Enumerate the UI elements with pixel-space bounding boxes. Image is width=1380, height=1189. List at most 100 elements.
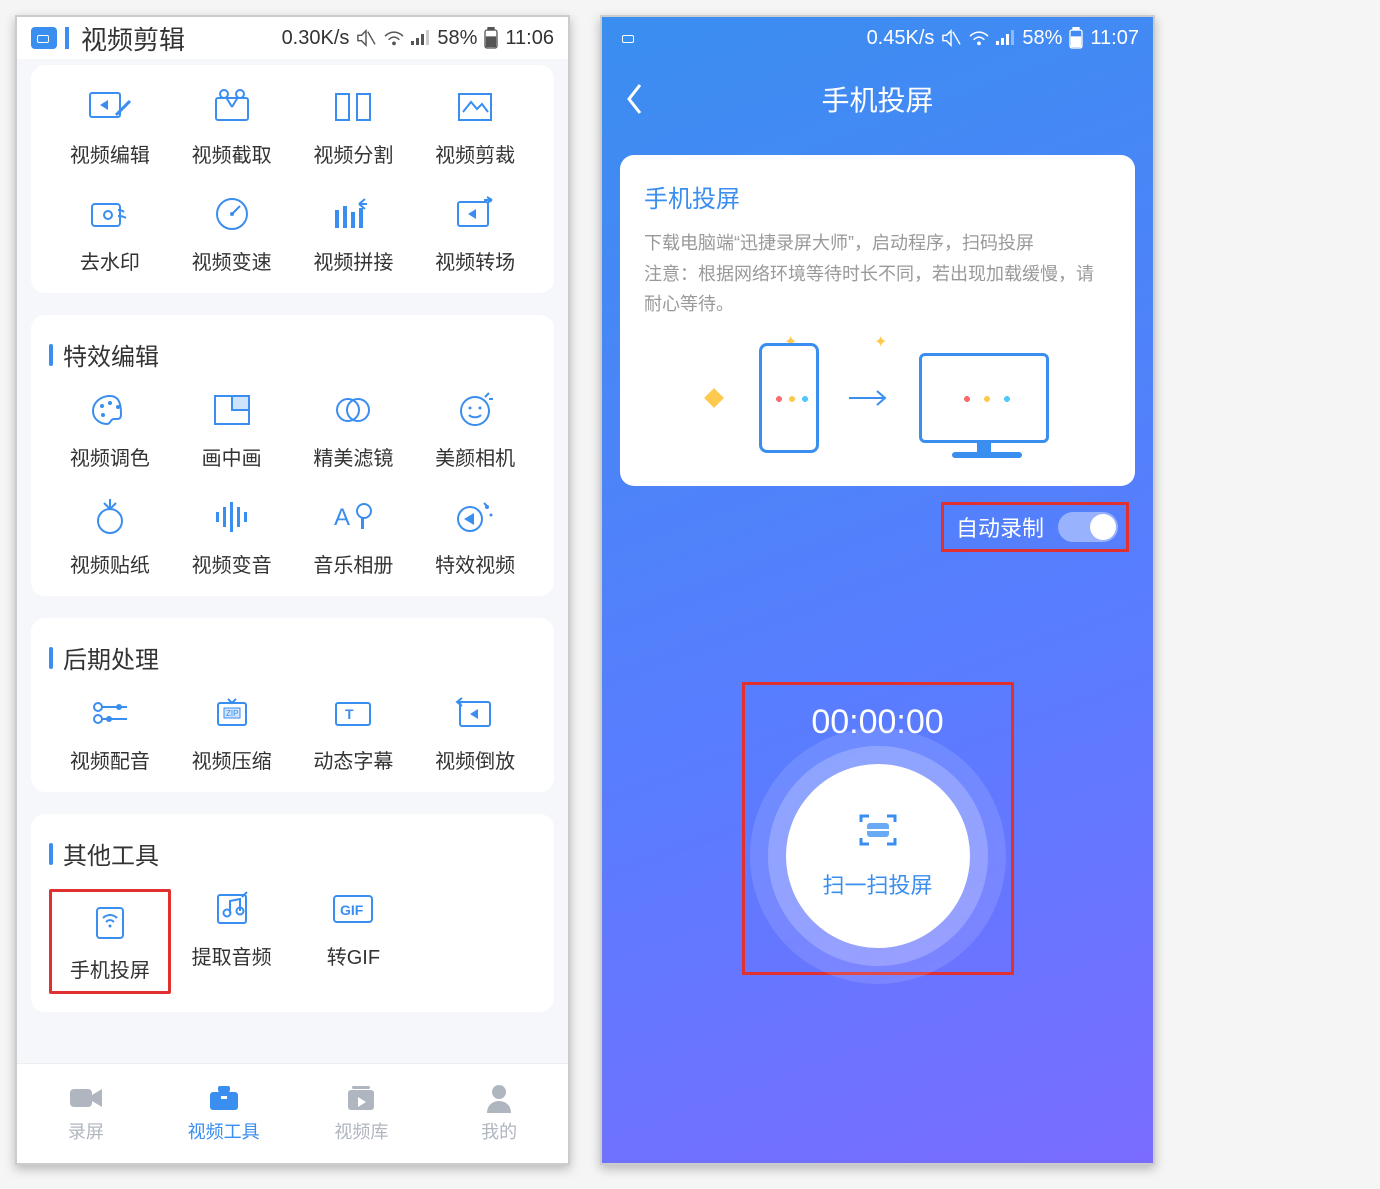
video-cut-icon [209, 87, 255, 127]
tool-sticker[interactable]: 视频贴纸 [49, 497, 171, 578]
transition-icon [452, 194, 498, 234]
signal-icon [411, 29, 431, 47]
tool-reverse[interactable]: 视频倒放 [414, 693, 536, 774]
pip-icon [209, 390, 255, 430]
tool-label: 动态字幕 [313, 745, 393, 774]
highlight-cast-tool: 手机投屏 [49, 889, 171, 994]
fx-icon [452, 497, 498, 537]
tool-subtitle[interactable]: T 动态字幕 [293, 693, 415, 774]
tool-label: 视频压缩 [192, 745, 272, 774]
watermark-icon [87, 194, 133, 234]
tool-label: 手机投屏 [70, 954, 150, 983]
highlight-scan-area: 00:00:00 扫一扫投屏 [742, 682, 1014, 975]
tool-voice[interactable]: 视频变音 [171, 497, 293, 578]
tool-video-edit[interactable]: 视频编辑 [49, 87, 171, 168]
bottom-nav: 录屏视频工具 视频库我的 [17, 1063, 568, 1163]
nav-toolbox[interactable]: 视频工具 [155, 1064, 293, 1163]
tool-beauty[interactable]: 美颜相机 [414, 390, 536, 471]
tool-label: 视频倒放 [435, 745, 515, 774]
battery-pct: 58% [1022, 27, 1062, 50]
zip-icon: ZIP [209, 693, 255, 733]
beauty-icon [452, 390, 498, 430]
page-title: 视频剪辑 [65, 20, 185, 57]
tool-label: 视频编辑 [70, 139, 150, 168]
tool-label: 视频变音 [192, 549, 272, 578]
transfer-icon [849, 388, 889, 408]
extract-icon [209, 889, 255, 929]
card-desc-2: 注意：根据网络环境等待时长不同，若出现加载缓慢，请耐心等待。 [644, 259, 1111, 320]
scan-cast-button[interactable]: 扫一扫投屏 [786, 764, 970, 948]
tool-label: 视频截取 [192, 139, 272, 168]
tool-label: 视频剪裁 [435, 139, 515, 168]
tool-pip[interactable]: 画中画 [171, 390, 293, 471]
tool-zip[interactable]: ZIP 视频压缩 [171, 693, 293, 774]
filter-icon [330, 390, 376, 430]
nav-library[interactable]: 视频库 [293, 1064, 431, 1163]
status-bar-left: 视频剪辑 0.30K/s 58% 11:06 [17, 17, 568, 59]
tool-video-split[interactable]: 视频分割 [293, 87, 415, 168]
palette-icon [87, 390, 133, 430]
section-3: 其他工具手机投屏提取音频 GIF 转GIF [31, 814, 554, 1012]
card-desc-1: 下载电脑端“迅捷录屏大师”，启动程序，扫码投屏 [644, 228, 1111, 259]
video-crop-icon [452, 87, 498, 127]
battery-pct: 58% [437, 27, 477, 50]
net-speed: 0.30K/s [282, 27, 350, 50]
back-button[interactable] [624, 81, 646, 117]
phone-right: 0.45K/s 58% 11:07 手机投 [600, 15, 1155, 1165]
nav-label: 视频工具 [188, 1118, 260, 1144]
tool-album[interactable]: A音乐相册 [293, 497, 415, 578]
tool-merge[interactable]: 视频拼接 [293, 194, 415, 275]
scan-icon [857, 812, 899, 848]
mute-icon [355, 29, 377, 47]
svg-text:ZIP: ZIP [226, 709, 238, 718]
tool-palette[interactable]: 视频调色 [49, 390, 171, 471]
tool-transition[interactable]: 视频转场 [414, 194, 536, 275]
dub-icon [87, 693, 133, 733]
tool-label: 去水印 [80, 246, 140, 275]
section-title: 其他工具 [49, 836, 536, 871]
svg-text:T: T [345, 706, 354, 722]
tool-cast[interactable]: 手机投屏 [60, 902, 160, 983]
tool-video-crop[interactable]: 视频剪裁 [414, 87, 536, 168]
tool-speed[interactable]: 视频变速 [171, 194, 293, 275]
net-speed: 0.45K/s [867, 27, 935, 50]
signal-icon [996, 29, 1016, 47]
reverse-icon [452, 693, 498, 733]
nav-label: 我的 [481, 1118, 517, 1144]
tool-label: 转GIF [327, 941, 380, 970]
section-0: 视频编辑 视频截取视频分割视频剪裁去水印 视频变速视频拼接 视频转场 [31, 65, 554, 293]
tool-extract[interactable]: 提取音频 [171, 889, 293, 994]
tool-video-cut[interactable]: 视频截取 [171, 87, 293, 168]
me-icon [481, 1084, 517, 1112]
tool-dub[interactable]: 视频配音 [49, 693, 171, 774]
battery-icon [483, 27, 499, 49]
scan-label: 扫一扫投屏 [822, 868, 932, 900]
wifi-icon [968, 29, 990, 47]
tool-watermark[interactable]: 去水印 [49, 194, 171, 275]
page-title: 手机投屏 [821, 79, 933, 119]
section-2: 后期处理视频配音 ZIP 视频压缩 T 动态字幕 视频倒放 [31, 618, 554, 792]
tool-label: 视频拼接 [313, 246, 393, 275]
gif-icon: GIF [330, 889, 376, 929]
library-icon [343, 1084, 379, 1112]
highlight-auto-record: 自动录制 [941, 502, 1129, 552]
card-title: 手机投屏 [644, 179, 1111, 214]
section-1: 特效编辑视频调色画中画精美滤镜美颜相机视频贴纸视频变音A音乐相册特效视频 [31, 315, 554, 596]
sticker-icon [87, 497, 133, 537]
record-timer: 00:00:00 [811, 703, 943, 742]
tool-fx[interactable]: 特效视频 [414, 497, 536, 578]
tool-label: 画中画 [202, 442, 262, 471]
merge-icon [330, 194, 376, 234]
nav-record[interactable]: 录屏 [17, 1064, 155, 1163]
auto-record-row: 自动录制 [602, 486, 1153, 552]
nav-me[interactable]: 我的 [430, 1064, 568, 1163]
content-left: 视频编辑视频截取视频分割视频剪裁去水印视频变速视频拼接视频转场特效编辑视频调色画… [17, 59, 568, 1063]
tool-label: 美颜相机 [435, 442, 515, 471]
tool-filter[interactable]: 精美滤镜 [293, 390, 415, 471]
tool-label: 视频转场 [435, 246, 515, 275]
auto-record-switch[interactable] [1058, 512, 1118, 542]
tool-label: 特效视频 [435, 549, 515, 578]
tool-gif[interactable]: GIF 转GIF [293, 889, 415, 994]
phone-left: 视频剪辑 0.30K/s 58% 11:06 视频编辑 视频截取视频分割视频剪裁去… [15, 15, 570, 1165]
section-title: 后期处理 [49, 640, 536, 675]
